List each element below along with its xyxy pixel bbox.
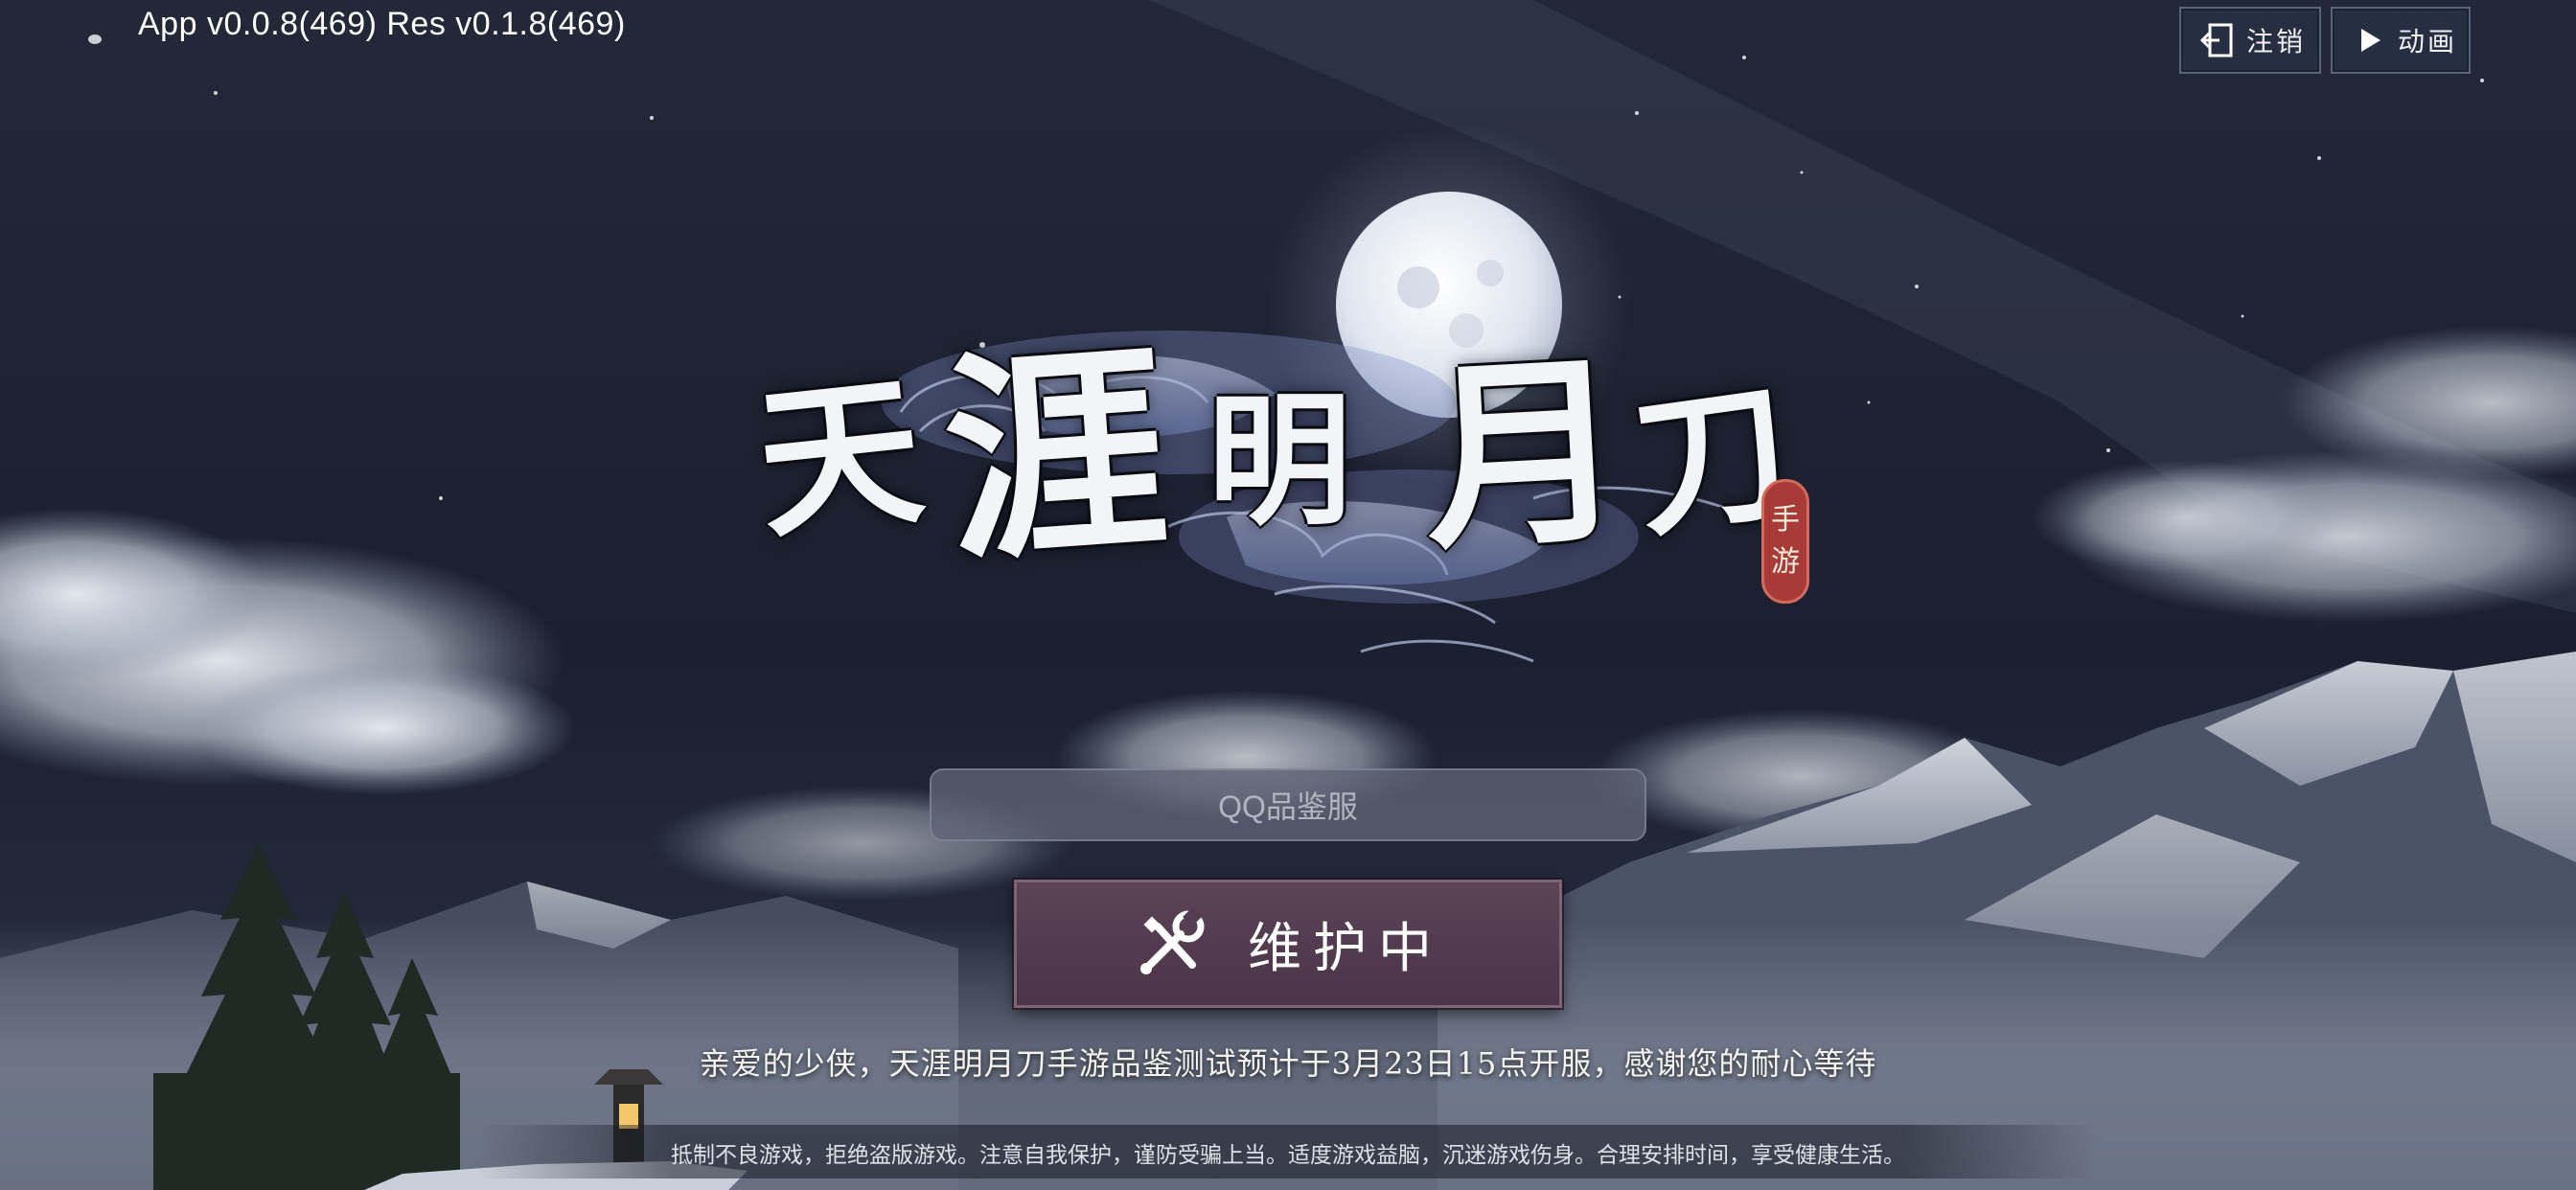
game-logo: 天 涯 明 月 刀 (738, 220, 1830, 671)
login-scene: App v0.0.8(469) Res v0.1.8(469) 注销 动画 天 … (0, 0, 2576, 1190)
logout-icon (2196, 19, 2239, 61)
server-notice: 亲爱的少侠，天涯明月刀手游品鉴测试预计于3月23日15点开服，感谢您的耐心等待 (699, 1045, 1877, 1082)
logo-char-2: 涯 (936, 319, 1175, 593)
logo-char-4: 月 (1417, 331, 1632, 579)
logout-label: 注销 (2246, 26, 2307, 57)
animation-button[interactable]: 动画 (2331, 7, 2471, 74)
maintenance-button[interactable]: 维护中 (1014, 880, 1562, 1008)
mobile-seal: 手 游 (1761, 479, 1809, 604)
logout-button[interactable]: 注销 (2179, 7, 2321, 74)
tools-icon (1133, 905, 1209, 982)
server-select-field[interactable]: QQ品鉴服 (930, 768, 1646, 841)
health-advisory-text: 抵制不良游戏，拒绝盗版游戏。注意自我保护，谨防受骗上当。适度游戏益脑，沉迷游戏伤… (671, 1143, 1905, 1168)
version-label: App v0.0.8(469) Res v0.1.8(469) (138, 6, 626, 42)
logo-char-3: 明 (1208, 377, 1352, 545)
seal-char-1: 手 (1771, 503, 1800, 537)
seal-char-2: 游 (1771, 545, 1800, 579)
maintenance-label: 维护中 (1248, 917, 1443, 980)
corner-dot (88, 34, 102, 44)
play-icon (2348, 19, 2390, 61)
logo-char-1: 天 (748, 354, 932, 562)
animation-label: 动画 (2398, 26, 2458, 57)
